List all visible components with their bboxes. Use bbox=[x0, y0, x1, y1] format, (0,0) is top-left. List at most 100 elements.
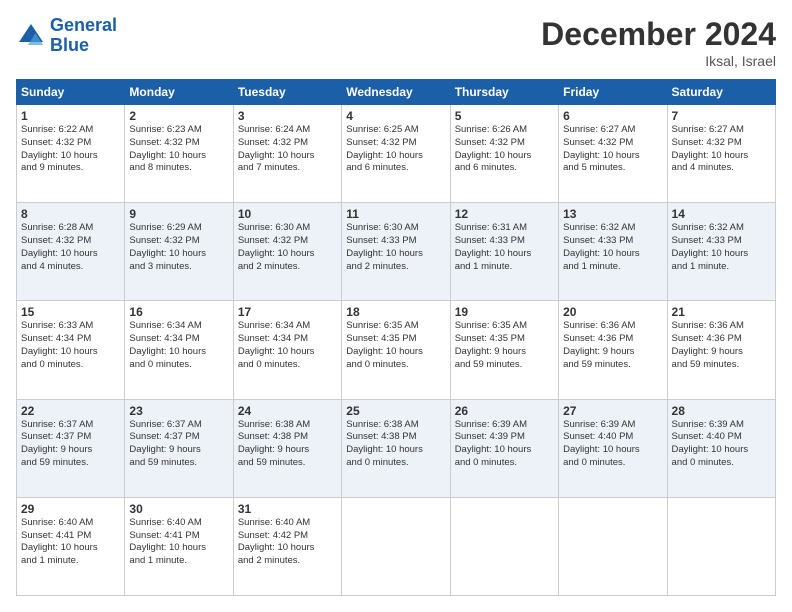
day-info: Sunrise: 6:39 AM Sunset: 4:39 PM Dayligh… bbox=[455, 419, 554, 470]
day-number: 27 bbox=[563, 404, 662, 418]
day-info: Sunrise: 6:40 AM Sunset: 4:42 PM Dayligh… bbox=[238, 517, 337, 568]
empty-cell bbox=[559, 497, 667, 595]
day-number: 10 bbox=[238, 207, 337, 221]
day-number: 25 bbox=[346, 404, 445, 418]
day-info: Sunrise: 6:26 AM Sunset: 4:32 PM Dayligh… bbox=[455, 124, 554, 175]
day-info: Sunrise: 6:39 AM Sunset: 4:40 PM Dayligh… bbox=[672, 419, 771, 470]
day-info: Sunrise: 6:32 AM Sunset: 4:33 PM Dayligh… bbox=[672, 222, 771, 273]
page-header: General Blue December 2024 Iksal, Israel bbox=[16, 16, 776, 69]
day-info: Sunrise: 6:31 AM Sunset: 4:33 PM Dayligh… bbox=[455, 222, 554, 273]
location: Iksal, Israel bbox=[541, 53, 776, 69]
day-number: 2 bbox=[129, 109, 228, 123]
day-cell-27: 27Sunrise: 6:39 AM Sunset: 4:40 PM Dayli… bbox=[559, 399, 667, 497]
day-number: 28 bbox=[672, 404, 771, 418]
day-cell-14: 14Sunrise: 6:32 AM Sunset: 4:33 PM Dayli… bbox=[667, 203, 775, 301]
weekday-monday: Monday bbox=[125, 80, 233, 105]
day-info: Sunrise: 6:39 AM Sunset: 4:40 PM Dayligh… bbox=[563, 419, 662, 470]
day-info: Sunrise: 6:35 AM Sunset: 4:35 PM Dayligh… bbox=[455, 320, 554, 371]
calendar-week-2: 8Sunrise: 6:28 AM Sunset: 4:32 PM Daylig… bbox=[17, 203, 776, 301]
day-number: 20 bbox=[563, 305, 662, 319]
day-info: Sunrise: 6:38 AM Sunset: 4:38 PM Dayligh… bbox=[238, 419, 337, 470]
day-number: 18 bbox=[346, 305, 445, 319]
calendar-table: SundayMondayTuesdayWednesdayThursdayFrid… bbox=[16, 79, 776, 596]
day-cell-23: 23Sunrise: 6:37 AM Sunset: 4:37 PM Dayli… bbox=[125, 399, 233, 497]
empty-cell bbox=[667, 497, 775, 595]
day-number: 8 bbox=[21, 207, 120, 221]
day-number: 11 bbox=[346, 207, 445, 221]
day-info: Sunrise: 6:36 AM Sunset: 4:36 PM Dayligh… bbox=[672, 320, 771, 371]
day-info: Sunrise: 6:40 AM Sunset: 4:41 PM Dayligh… bbox=[21, 517, 120, 568]
logo-line2: Blue bbox=[50, 35, 89, 55]
day-cell-24: 24Sunrise: 6:38 AM Sunset: 4:38 PM Dayli… bbox=[233, 399, 341, 497]
day-number: 16 bbox=[129, 305, 228, 319]
day-cell-5: 5Sunrise: 6:26 AM Sunset: 4:32 PM Daylig… bbox=[450, 105, 558, 203]
day-cell-13: 13Sunrise: 6:32 AM Sunset: 4:33 PM Dayli… bbox=[559, 203, 667, 301]
day-info: Sunrise: 6:24 AM Sunset: 4:32 PM Dayligh… bbox=[238, 124, 337, 175]
logo-text: General Blue bbox=[50, 16, 117, 56]
day-number: 22 bbox=[21, 404, 120, 418]
day-number: 30 bbox=[129, 502, 228, 516]
day-cell-2: 2Sunrise: 6:23 AM Sunset: 4:32 PM Daylig… bbox=[125, 105, 233, 203]
day-info: Sunrise: 6:34 AM Sunset: 4:34 PM Dayligh… bbox=[238, 320, 337, 371]
day-number: 29 bbox=[21, 502, 120, 516]
weekday-thursday: Thursday bbox=[450, 80, 558, 105]
day-number: 14 bbox=[672, 207, 771, 221]
weekday-wednesday: Wednesday bbox=[342, 80, 450, 105]
day-info: Sunrise: 6:34 AM Sunset: 4:34 PM Dayligh… bbox=[129, 320, 228, 371]
calendar-week-4: 22Sunrise: 6:37 AM Sunset: 4:37 PM Dayli… bbox=[17, 399, 776, 497]
day-cell-3: 3Sunrise: 6:24 AM Sunset: 4:32 PM Daylig… bbox=[233, 105, 341, 203]
empty-cell bbox=[342, 497, 450, 595]
day-info: Sunrise: 6:36 AM Sunset: 4:36 PM Dayligh… bbox=[563, 320, 662, 371]
day-number: 4 bbox=[346, 109, 445, 123]
day-info: Sunrise: 6:37 AM Sunset: 4:37 PM Dayligh… bbox=[129, 419, 228, 470]
day-info: Sunrise: 6:27 AM Sunset: 4:32 PM Dayligh… bbox=[563, 124, 662, 175]
day-cell-7: 7Sunrise: 6:27 AM Sunset: 4:32 PM Daylig… bbox=[667, 105, 775, 203]
day-cell-11: 11Sunrise: 6:30 AM Sunset: 4:33 PM Dayli… bbox=[342, 203, 450, 301]
weekday-tuesday: Tuesday bbox=[233, 80, 341, 105]
logo: General Blue bbox=[16, 16, 117, 56]
day-info: Sunrise: 6:35 AM Sunset: 4:35 PM Dayligh… bbox=[346, 320, 445, 371]
day-number: 3 bbox=[238, 109, 337, 123]
weekday-header-row: SundayMondayTuesdayWednesdayThursdayFrid… bbox=[17, 80, 776, 105]
empty-cell bbox=[450, 497, 558, 595]
day-cell-30: 30Sunrise: 6:40 AM Sunset: 4:41 PM Dayli… bbox=[125, 497, 233, 595]
day-number: 19 bbox=[455, 305, 554, 319]
calendar-week-3: 15Sunrise: 6:33 AM Sunset: 4:34 PM Dayli… bbox=[17, 301, 776, 399]
day-number: 31 bbox=[238, 502, 337, 516]
day-info: Sunrise: 6:27 AM Sunset: 4:32 PM Dayligh… bbox=[672, 124, 771, 175]
day-number: 23 bbox=[129, 404, 228, 418]
day-cell-6: 6Sunrise: 6:27 AM Sunset: 4:32 PM Daylig… bbox=[559, 105, 667, 203]
day-cell-31: 31Sunrise: 6:40 AM Sunset: 4:42 PM Dayli… bbox=[233, 497, 341, 595]
day-info: Sunrise: 6:25 AM Sunset: 4:32 PM Dayligh… bbox=[346, 124, 445, 175]
day-cell-19: 19Sunrise: 6:35 AM Sunset: 4:35 PM Dayli… bbox=[450, 301, 558, 399]
day-number: 9 bbox=[129, 207, 228, 221]
day-cell-29: 29Sunrise: 6:40 AM Sunset: 4:41 PM Dayli… bbox=[17, 497, 125, 595]
day-cell-17: 17Sunrise: 6:34 AM Sunset: 4:34 PM Dayli… bbox=[233, 301, 341, 399]
day-info: Sunrise: 6:37 AM Sunset: 4:37 PM Dayligh… bbox=[21, 419, 120, 470]
day-cell-10: 10Sunrise: 6:30 AM Sunset: 4:32 PM Dayli… bbox=[233, 203, 341, 301]
day-info: Sunrise: 6:33 AM Sunset: 4:34 PM Dayligh… bbox=[21, 320, 120, 371]
day-number: 13 bbox=[563, 207, 662, 221]
day-cell-25: 25Sunrise: 6:38 AM Sunset: 4:38 PM Dayli… bbox=[342, 399, 450, 497]
day-number: 21 bbox=[672, 305, 771, 319]
day-number: 7 bbox=[672, 109, 771, 123]
day-info: Sunrise: 6:40 AM Sunset: 4:41 PM Dayligh… bbox=[129, 517, 228, 568]
calendar-week-1: 1Sunrise: 6:22 AM Sunset: 4:32 PM Daylig… bbox=[17, 105, 776, 203]
day-info: Sunrise: 6:28 AM Sunset: 4:32 PM Dayligh… bbox=[21, 222, 120, 273]
day-info: Sunrise: 6:38 AM Sunset: 4:38 PM Dayligh… bbox=[346, 419, 445, 470]
day-cell-9: 9Sunrise: 6:29 AM Sunset: 4:32 PM Daylig… bbox=[125, 203, 233, 301]
day-cell-26: 26Sunrise: 6:39 AM Sunset: 4:39 PM Dayli… bbox=[450, 399, 558, 497]
month-title: December 2024 bbox=[541, 16, 776, 53]
day-info: Sunrise: 6:32 AM Sunset: 4:33 PM Dayligh… bbox=[563, 222, 662, 273]
day-info: Sunrise: 6:30 AM Sunset: 4:33 PM Dayligh… bbox=[346, 222, 445, 273]
day-info: Sunrise: 6:30 AM Sunset: 4:32 PM Dayligh… bbox=[238, 222, 337, 273]
day-cell-15: 15Sunrise: 6:33 AM Sunset: 4:34 PM Dayli… bbox=[17, 301, 125, 399]
day-cell-20: 20Sunrise: 6:36 AM Sunset: 4:36 PM Dayli… bbox=[559, 301, 667, 399]
day-number: 1 bbox=[21, 109, 120, 123]
day-number: 5 bbox=[455, 109, 554, 123]
calendar-week-5: 29Sunrise: 6:40 AM Sunset: 4:41 PM Dayli… bbox=[17, 497, 776, 595]
logo-icon bbox=[16, 21, 46, 51]
logo-line1: General bbox=[50, 15, 117, 35]
day-number: 26 bbox=[455, 404, 554, 418]
weekday-sunday: Sunday bbox=[17, 80, 125, 105]
